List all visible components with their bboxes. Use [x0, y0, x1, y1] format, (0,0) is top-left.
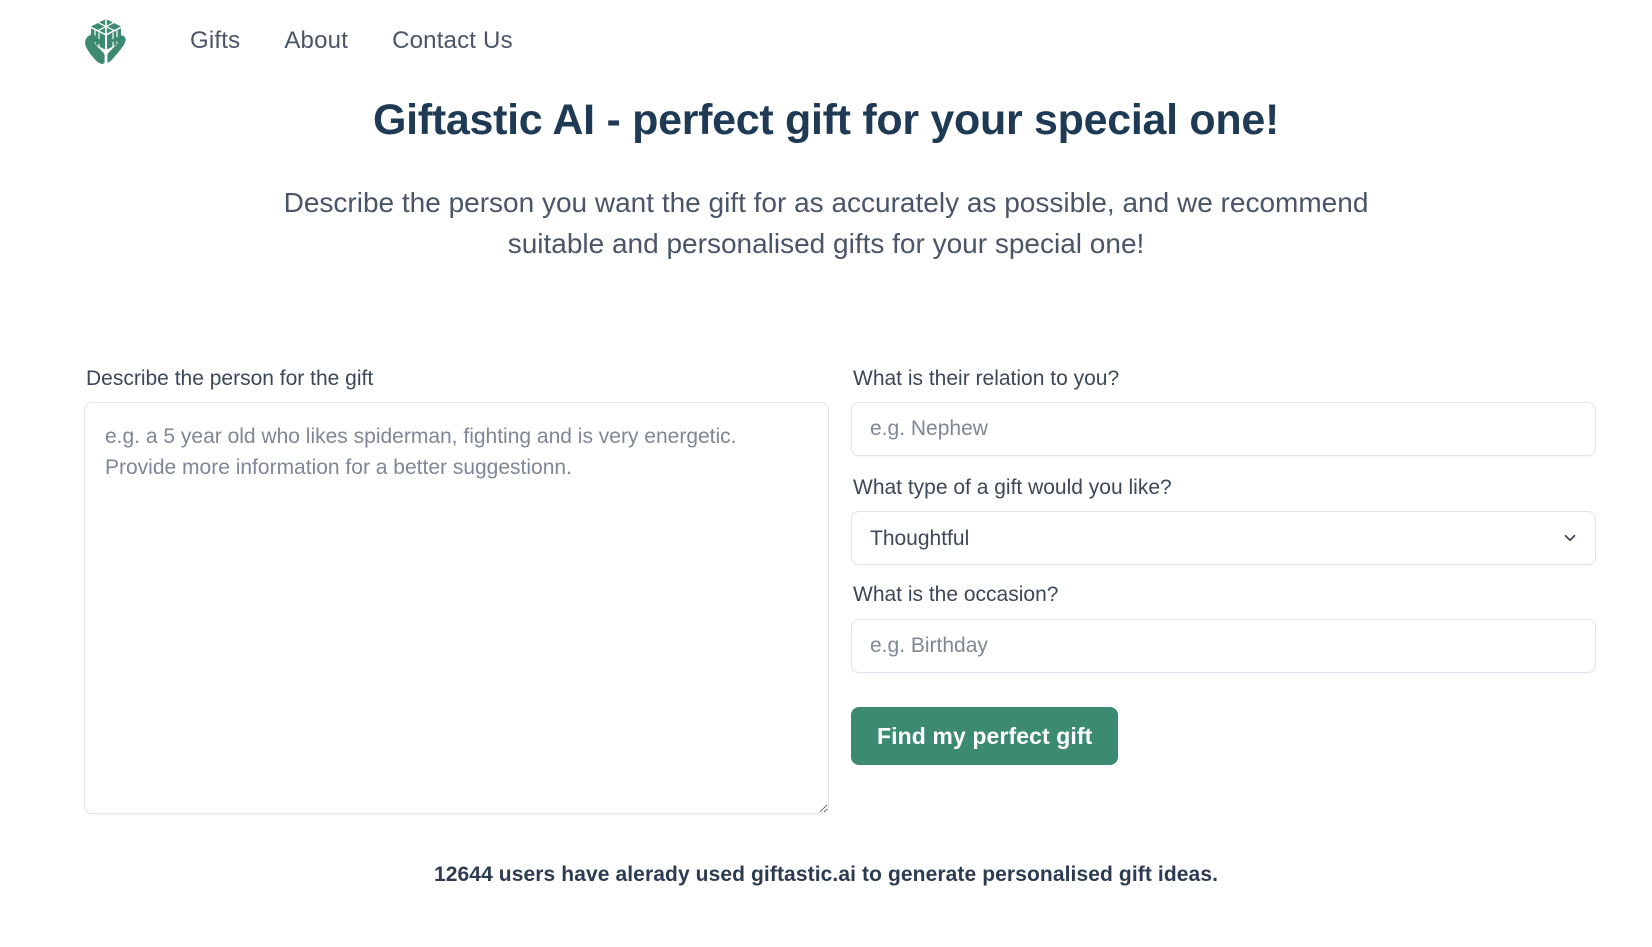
page-title: Giftastic AI - perfect gift for your spe…: [373, 96, 1279, 144]
gift-type-select[interactable]: Thoughtful: [851, 511, 1596, 566]
occasion-label: What is the occasion?: [853, 583, 1059, 607]
gift-type-label: What type of a gift would you like?: [853, 475, 1172, 499]
occasion-input[interactable]: [851, 618, 1596, 673]
nav-link-contact-us[interactable]: Contact Us: [392, 27, 513, 55]
relation-label: What is their relation to you?: [853, 366, 1120, 390]
find-my-perfect-gift-button[interactable]: Find my perfect gift: [851, 706, 1119, 765]
hands-holding-gift-box-icon: [85, 19, 126, 64]
gift-form: Describe the person for the gift What is…: [0, 365, 1652, 819]
form-column-left: Describe the person for the gift: [84, 365, 829, 819]
nav-links: Gifts About Contact Us: [190, 27, 513, 55]
nav-link-about[interactable]: About: [284, 27, 348, 55]
describe-person-textarea[interactable]: [84, 401, 829, 814]
navbar: Gifts About Contact Us: [0, 0, 1652, 80]
gift-type-select-wrapper: Thoughtful: [851, 511, 1596, 566]
usage-count-note: 12644 users have alerady used giftastic.…: [433, 862, 1219, 886]
describe-person-label: Describe the person for the gift: [86, 366, 374, 390]
page-subtitle: Describe the person you want the gift fo…: [283, 186, 1369, 260]
nav-link-gifts[interactable]: Gifts: [190, 27, 240, 55]
relation-input[interactable]: [851, 401, 1596, 456]
brand-logo-link[interactable]: [84, 15, 128, 67]
form-column-right: What is their relation to you? What type…: [851, 365, 1596, 765]
hero-section: Giftastic AI - perfect gift for your spe…: [0, 80, 1652, 265]
